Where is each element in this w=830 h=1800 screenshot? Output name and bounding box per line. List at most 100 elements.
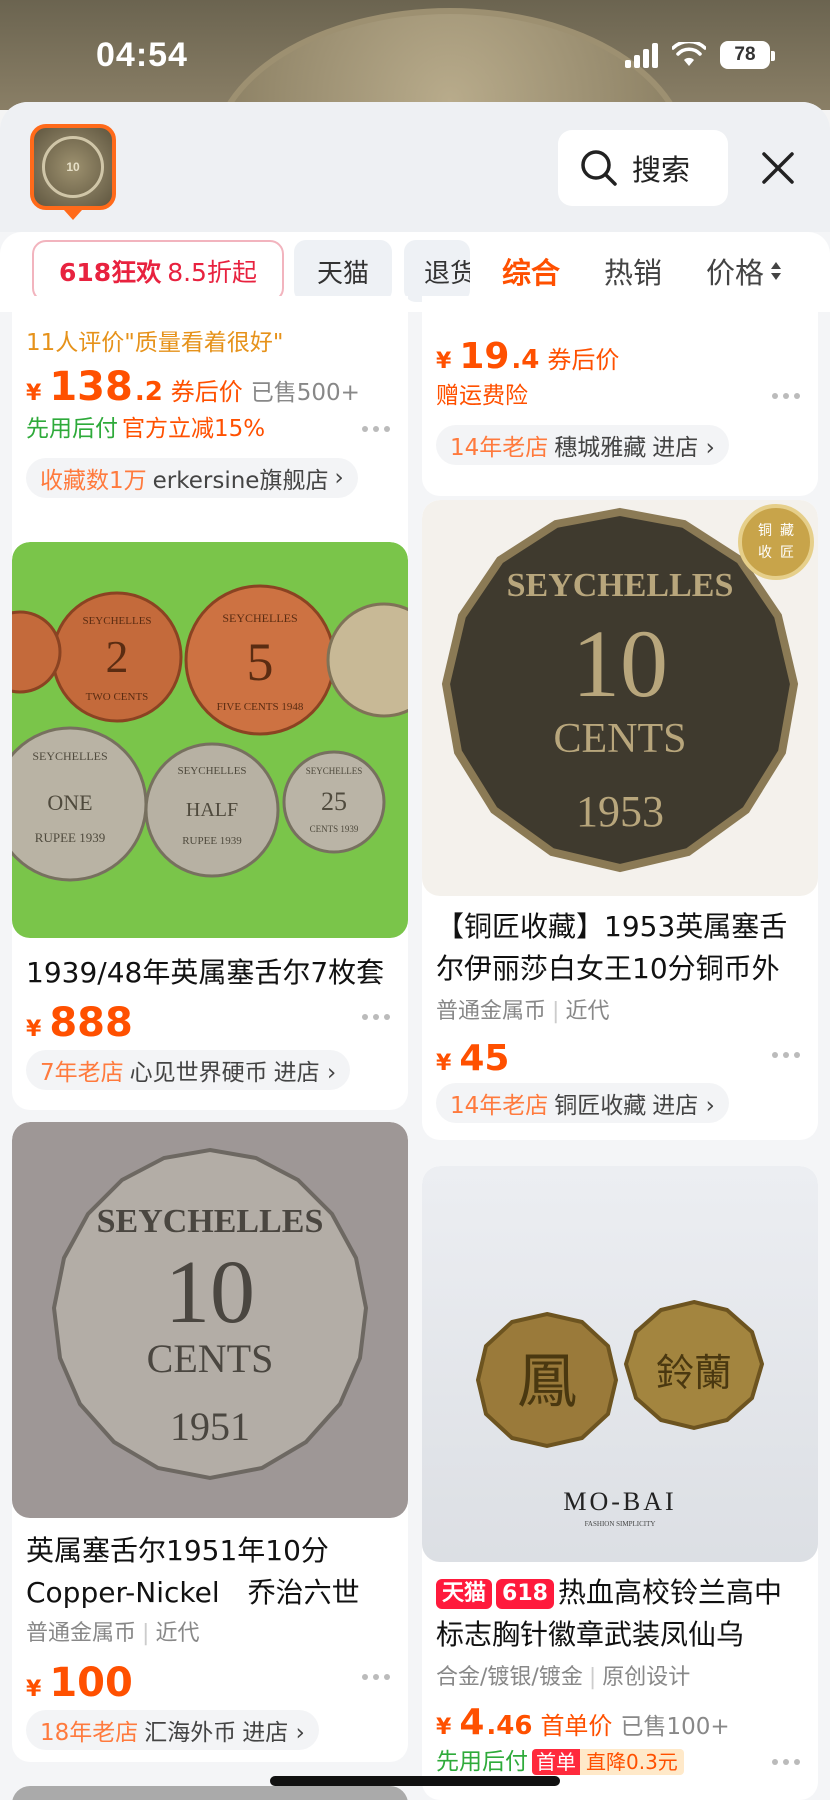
shop-age: 14年老店 [450,1093,549,1119]
product-attributes: 普通金属币 | 近代 [436,999,610,1024]
battery-level: 78 [734,44,756,65]
product-card[interactable]: SEYCHELLES 10 CENTS 1953 铜藏收匠 【铜匠收藏】1953… [422,500,818,1140]
price-tag: 首单价 [540,1712,613,1740]
product-image-coin-set: SEYCHELLES 2 TWO CENTS SEYCHELLES 5 FIVE… [12,542,408,938]
price: 4 [459,1702,485,1743]
coin-top-text: SEYCHELLES [222,611,297,625]
benefit-row: 先用后付 官方立减15% [12,410,408,450]
more-options-icon[interactable] [772,1759,800,1765]
coin-top-text: SEYCHELLES [306,766,363,776]
product-card[interactable]: SEYCHELLES 10 CENTS 1951 英属塞舌尔1951年10分 C… [12,1122,408,1762]
filter-chip-return[interactable]: 退货 [404,240,470,302]
coin-25-cents: SEYCHELLES 25 CENTS 1939 [282,750,386,854]
coin-unit-text: CENTS [147,1336,274,1381]
shop-link[interactable]: 7年老店 心见世界硬币 进店 › [26,1050,351,1090]
more-options-icon[interactable] [362,1014,390,1020]
more-options-icon[interactable] [772,393,800,399]
price-decimal: .46 [486,1711,533,1741]
attribute: 近代 [565,999,610,1024]
shop-name: 穗城雅藏 [554,435,647,461]
search-results-sheet: 10 搜索 618狂欢 8.5折起 天猫 退货 综合 热销 价格 11人评价"质… [0,102,830,1800]
product-card[interactable]: ¥ 19 .4 券后价 赠运费险 14年老店 穗城雅藏 进店 › [422,296,818,496]
filter-chip-tmall[interactable]: 天猫 [294,240,392,302]
search-icon [581,150,617,186]
attribute: 合金/镀银/镀金 [436,1665,583,1690]
price-decimal: .2 [134,377,163,407]
coin-2-cents: SEYCHELLES 2 TWO CENTS [51,591,183,723]
coin-mid-text: 25 [321,787,347,816]
618-badge: 618 [496,1579,554,1609]
price: 45 [459,1038,510,1079]
seal-char: 匠 [780,545,794,561]
battery-icon: 78 [720,41,775,69]
more-options-icon[interactable] [772,1052,800,1058]
coin-partial [326,602,408,718]
coin-bot-text: FIVE CENTS 1948 [217,701,304,713]
shop-link[interactable]: 收藏数1万 erkersine旗舰店 › [26,458,358,498]
price: 19 [459,336,510,377]
coin-mid-text: ONE [47,790,92,815]
brand-logo-text: MO-BAI [563,1487,676,1516]
tmall-badge: 天猫 [436,1579,493,1609]
coin-unit-text: CENTS [553,716,686,762]
price: 138 [49,364,133,410]
sort-price[interactable]: 价格 [706,240,784,302]
coin-bot-text: RUPEE 1939 [182,835,242,847]
signal-icon [625,42,658,68]
shop-link[interactable]: 14年老店 铜匠收藏 进店 › [436,1083,729,1123]
thumbnail-pointer [64,210,82,220]
wifi-icon [671,39,707,68]
shop-link[interactable]: 18年老店 汇海外币 进店 › [26,1710,319,1750]
shop-name: erkersine旗舰店 [152,468,329,494]
brand-tagline: FASHION SIMPLICITY [585,1520,656,1528]
currency-symbol: ¥ [26,381,42,406]
review-snippet: 11人评价"质量看着很好" [26,330,284,356]
coin-bot-text: RUPEE 1939 [35,830,105,845]
search-button[interactable]: 搜索 [558,130,728,206]
home-indicator[interactable] [270,1776,560,1786]
more-options-icon[interactable] [362,426,390,432]
status-time: 04:54 [96,35,188,74]
coin-value-text: 10 [572,610,668,717]
seal-char: 藏 [780,523,794,539]
discount-tag: 直降0.3元 [580,1749,684,1775]
shop-name: 汇海外币 [144,1720,237,1746]
coin-top-text: SEYCHELLES [32,749,107,763]
shop-seal-logo: 铜藏收匠 [738,504,814,580]
shop-link[interactable]: 14年老店 穗城雅藏 进店 › [436,425,729,465]
coin-mid-text: 5 [247,632,274,692]
product-image-1951-coin: SEYCHELLES 10 CENTS 1951 [12,1122,408,1518]
first-order-tag: 首单 [532,1749,580,1775]
promo-sub-label: 8.5折起 [167,258,257,287]
promo-filter-chip[interactable]: 618狂欢 8.5折起 [32,240,284,302]
attribute: 普通金属币 [26,1621,137,1646]
coin-5-cents: SEYCHELLES 5 FIVE CENTS 1948 [184,584,336,736]
more-options-icon[interactable] [362,1674,390,1680]
coin-year-text: 1953 [576,787,664,836]
shipping-insurance-label: 赠运费险 [436,383,528,409]
sort-bestselling[interactable]: 热销 [604,240,662,302]
coin-partial [12,610,62,694]
product-card[interactable]: 鳳 鈴蘭 MO-BAI FASHION SIMPLICITY 天猫 618 热血高校… [422,1166,818,1800]
product-card[interactable]: 11人评价"质量看着很好" ¥ 138 .2 券后价 已售500+ 先用后付 官方… [12,296,408,578]
shop-enter: 进店 › [652,1093,715,1119]
discount-label: 官方立减15% [122,416,266,442]
product-title: 天猫 618 热血高校铃兰高中标志胸针徽章武装凤仙乌 [422,1572,818,1656]
coin-half-rupee: SEYCHELLES HALF RUPEE 1939 [144,742,280,878]
coin-top-text: SEYCHELLES [82,615,151,627]
currency-symbol: ¥ [26,1017,42,1042]
query-image-thumbnail[interactable]: 10 [30,124,116,210]
coin-bot-text: CENTS 1939 [310,824,359,834]
product-title: 英属塞舌尔1951年10分 Copper-Nickel 乔治六世 [26,1534,360,1609]
pay-later-label: 先用后付 [436,1749,528,1775]
close-button[interactable] [752,142,804,194]
sort-comprehensive[interactable]: 综合 [502,240,560,302]
shop-age: 18年老店 [40,1720,139,1746]
product-card-partial[interactable] [12,1786,408,1800]
product-card[interactable]: SEYCHELLES 2 TWO CENTS SEYCHELLES 5 FIVE… [12,542,408,1110]
product-image-pins: 鳳 鈴蘭 MO-BAI FASHION SIMPLICITY [422,1166,818,1562]
pay-later-label: 先用后付 [26,416,118,442]
shop-enter: 进店 › [652,435,715,461]
coin-top-text: SEYCHELLES [177,765,246,777]
coin-year-text: 1951 [170,1404,250,1449]
